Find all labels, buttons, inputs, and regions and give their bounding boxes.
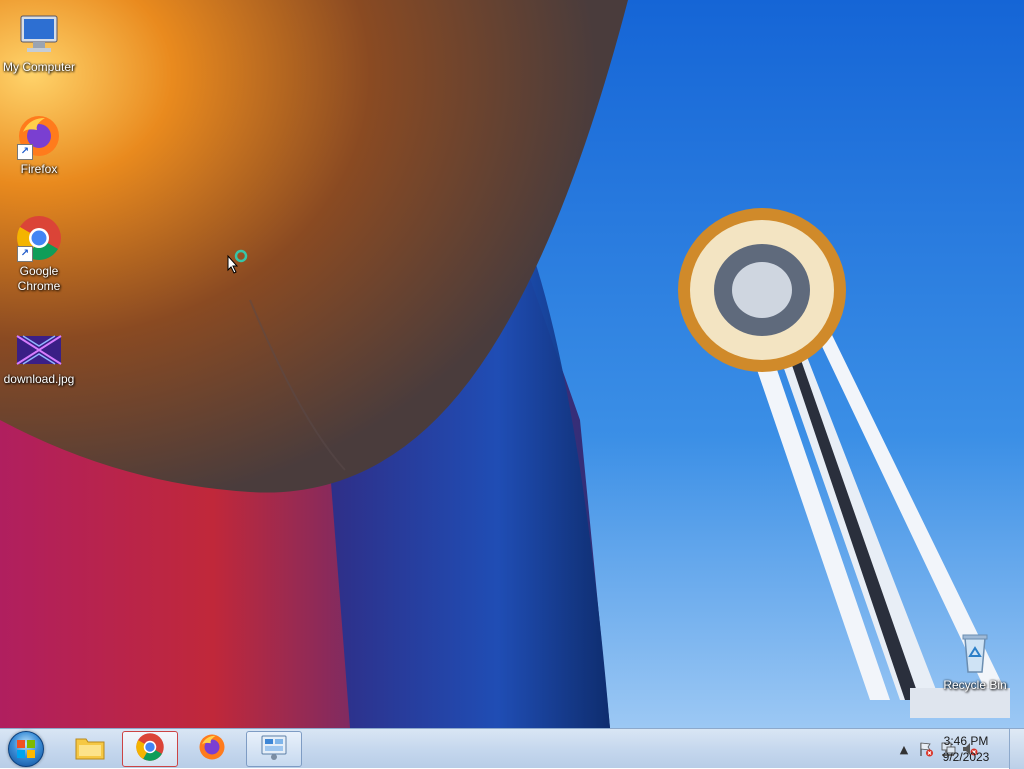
show-desktop-button[interactable] [1009,729,1024,769]
desktop-icon-my-computer[interactable]: My Computer [0,10,78,75]
chrome-icon [135,732,165,766]
desktop-icon-google-chrome[interactable]: ↗ Google Chrome [0,214,78,294]
taskbar-clock[interactable]: 3:46 PM 9/2/2023 [936,733,996,765]
desktop-icon-label: Google Chrome [17,264,61,293]
desktop-icon-label: Recycle Bin [943,678,1007,692]
desktop-wallpaper [0,0,1024,728]
firefox-icon [197,732,227,766]
desktop-icon-download-jpg[interactable]: download.jpg [0,330,78,387]
action-center-flag-icon[interactable] [918,741,934,757]
image-file-icon [15,330,63,370]
computer-icon [15,10,63,58]
chrome-icon: ↗ [15,214,63,262]
firefox-icon: ↗ [15,112,63,160]
desktop-icon-label: Firefox [20,162,58,176]
shortcut-arrow-icon: ↗ [17,246,33,262]
taskbar-google-chrome[interactable] [122,731,178,767]
taskbar-control-panel[interactable] [246,731,302,767]
shortcut-arrow-icon: ↗ [17,144,33,160]
folder-icon [74,733,106,765]
recycle-bin-icon [951,630,999,676]
busy-cursor-icon [226,248,250,278]
clock-time: 3:46 PM [943,734,989,748]
show-hidden-icons-icon[interactable]: ▲ [896,741,912,757]
desktop-icon-firefox[interactable]: ↗ Firefox [0,112,78,177]
taskbar-file-explorer[interactable] [62,731,118,767]
desktop-icon-recycle-bin[interactable]: Recycle Bin [936,630,1014,693]
desktop-icon-label: download.jpg [3,372,75,386]
windows-start-icon [8,731,44,767]
taskbar: ▲ 3:46 PM 9/2/2023 [0,728,1024,769]
control-panel-icon [259,733,289,765]
start-button[interactable] [4,730,48,768]
taskbar-firefox[interactable] [184,731,240,767]
clock-date: 9/2/2023 [942,750,990,764]
desktop-icon-label: My Computer [2,60,76,74]
